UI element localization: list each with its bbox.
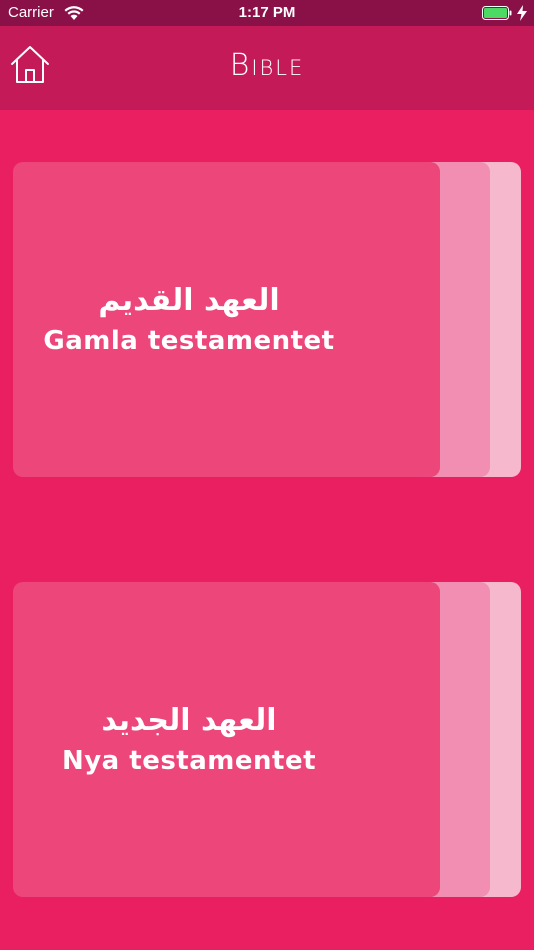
new-testament-card[interactable]: العهد الجديد Nya testamentet: [13, 582, 521, 897]
card-label: العهد الجديد Nya testamentet: [13, 582, 365, 897]
page-title: Bible: [229, 48, 305, 83]
status-bar: Carrier 1:17 PM: [0, 0, 534, 26]
new-testament-arabic-title: العهد الجديد: [101, 702, 277, 738]
battery-icon: [482, 6, 512, 20]
old-testament-card[interactable]: العهد القديم Gamla testamentet: [13, 162, 521, 477]
card-label: العهد القديم Gamla testamentet: [13, 162, 365, 477]
app-header: Bible: [0, 26, 534, 110]
old-testament-title: Gamla testamentet: [43, 325, 335, 356]
status-time: 1:17 PM: [238, 4, 296, 21]
old-testament-arabic-title: العهد القديم: [98, 282, 280, 318]
new-testament-title: Nya testamentet: [61, 745, 317, 776]
charging-icon: [517, 5, 527, 21]
app-screen: Carrier 1:17 PM Bible العهد القديم Gamla…: [0, 0, 534, 950]
